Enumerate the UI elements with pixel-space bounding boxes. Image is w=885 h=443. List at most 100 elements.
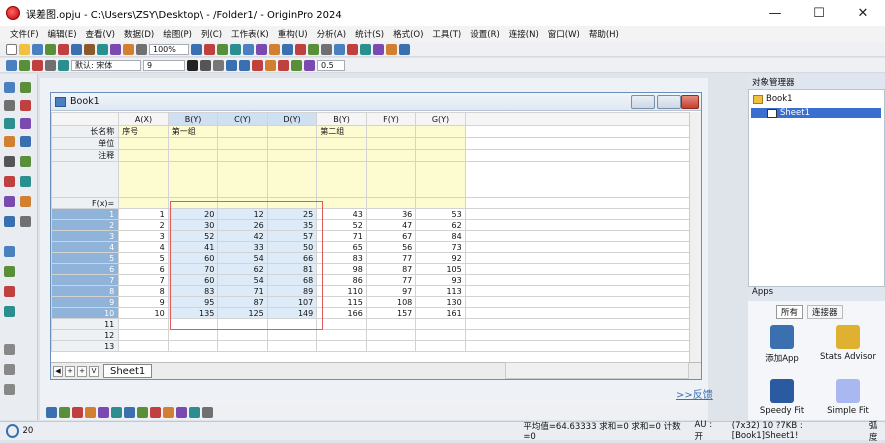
label-cell[interactable]	[365, 197, 417, 209]
data-cell[interactable]: 70	[167, 263, 219, 275]
row-header[interactable]: 4	[51, 241, 120, 253]
label-cell[interactable]	[217, 197, 268, 209]
label-cell[interactable]	[217, 149, 268, 162]
open-icon[interactable]	[19, 43, 30, 55]
smart-hint-icon[interactable]	[4, 384, 15, 395]
menu-data[interactable]: 数据(D)	[124, 28, 154, 40]
label-row-header[interactable]: 单位	[51, 137, 120, 150]
label-cell[interactable]	[217, 137, 268, 150]
data-cell[interactable]	[415, 318, 466, 330]
data-cell[interactable]: 161	[415, 307, 466, 319]
label-cell[interactable]	[167, 137, 219, 150]
superscript-icon[interactable]	[226, 59, 237, 71]
paint-icon[interactable]	[19, 59, 30, 71]
lock-icon[interactable]	[45, 59, 56, 71]
menu-statistics[interactable]: 统计(S)	[355, 28, 384, 40]
label-cell[interactable]	[266, 197, 318, 209]
error-bar-icon[interactable]	[373, 43, 384, 55]
label-cell[interactable]	[266, 137, 318, 150]
column-header[interactable]: C(Y)	[217, 112, 268, 126]
data-cell[interactable]	[118, 329, 169, 341]
data-cell[interactable]	[266, 329, 318, 341]
label-cell[interactable]	[415, 125, 466, 138]
pattern-icon[interactable]	[304, 59, 315, 71]
data-cell[interactable]: 43	[316, 208, 367, 220]
data-cell[interactable]: 84	[415, 230, 466, 242]
label-cell[interactable]	[266, 161, 318, 198]
data-cell[interactable]	[316, 318, 367, 330]
data-cell[interactable]: 130	[415, 296, 466, 308]
data-cell[interactable]: 97	[365, 285, 417, 297]
data-cell[interactable]: 7	[118, 274, 169, 286]
label-row-header[interactable]: F(x)=	[51, 197, 120, 209]
filter-icon[interactable]	[321, 43, 332, 55]
data-cell[interactable]: 2	[118, 219, 169, 231]
workbook-titlebar[interactable]: Book1	[51, 93, 701, 111]
tree-folder-book1[interactable]: Book1	[753, 94, 793, 104]
font-color-icon[interactable]	[278, 59, 289, 71]
label-cell[interactable]	[415, 161, 466, 198]
data-cell[interactable]: 66	[266, 252, 318, 264]
worksheet-grid[interactable]: A(X) B(Y) C(Y) D(Y) B(Y) F(Y) G(Y) 长名称 序号 第一组 第二组…	[51, 112, 701, 362]
disregard-icon[interactable]	[399, 43, 410, 55]
rectangle-tool-icon[interactable]	[20, 176, 31, 187]
row-header[interactable]: 6	[51, 263, 120, 275]
data-cell[interactable]: 41	[167, 241, 219, 253]
workbook-restore-button[interactable]	[657, 95, 681, 109]
label-cell[interactable]: 序号	[118, 125, 169, 138]
new-notes-icon[interactable]	[84, 43, 95, 55]
menu-settings[interactable]: 设置(R)	[470, 28, 500, 40]
menu-view[interactable]: 查看(V)	[86, 28, 115, 40]
scale-tool-icon[interactable]	[4, 100, 15, 111]
apps-icon[interactable]	[256, 43, 267, 55]
data-cell[interactable]: 25	[266, 208, 318, 220]
label-cell[interactable]	[167, 161, 219, 198]
data-cell[interactable]: 10	[118, 307, 169, 319]
menu-reshape[interactable]: 重构(U)	[278, 28, 308, 40]
data-cell[interactable]: 68	[266, 274, 318, 286]
sort-icon[interactable]	[282, 43, 293, 55]
data-cell[interactable]: 73	[415, 241, 466, 253]
histogram-icon[interactable]	[150, 406, 161, 418]
data-cell[interactable]: 36	[365, 208, 417, 220]
data-cell[interactable]: 42	[217, 230, 268, 242]
code-builder-icon[interactable]	[243, 43, 254, 55]
label-cell[interactable]	[365, 125, 417, 138]
data-cell[interactable]: 87	[365, 263, 417, 275]
results-icon[interactable]	[4, 344, 15, 355]
data-cell[interactable]: 108	[365, 296, 417, 308]
tab-sheet1[interactable]: Sheet1	[103, 364, 153, 378]
data-cell[interactable]: 95	[167, 296, 219, 308]
data-cell[interactable]: 135	[167, 307, 219, 319]
menu-file[interactable]: 文件(F)	[10, 28, 39, 40]
data-reader-icon[interactable]	[4, 118, 15, 129]
add-sheet-icon[interactable]: +	[77, 365, 87, 377]
data-cell[interactable]: 5	[118, 252, 169, 264]
data-cell[interactable]	[266, 318, 318, 330]
label-cell[interactable]	[217, 125, 268, 138]
data-cell[interactable]	[415, 340, 466, 352]
statistics-icon[interactable]	[295, 43, 306, 55]
import-icon[interactable]	[97, 43, 108, 55]
row-header[interactable]: 12	[51, 329, 120, 341]
data-cell[interactable]: 81	[266, 263, 318, 275]
draw-data-icon[interactable]	[20, 136, 31, 147]
data-cell[interactable]: 115	[316, 296, 367, 308]
label-cell[interactable]	[415, 137, 466, 150]
app-simple-fit[interactable]: Simple Fit	[818, 379, 878, 416]
text-tool-icon[interactable]	[4, 156, 15, 167]
column-header[interactable]: B(Y)	[167, 112, 219, 126]
data-cell[interactable]: 1	[118, 208, 169, 220]
label-row-header[interactable]: 长名称	[51, 125, 120, 138]
row-header[interactable]: 10	[51, 307, 120, 319]
data-cell[interactable]: 30	[167, 219, 219, 231]
label-cell[interactable]	[365, 149, 417, 162]
data-cell[interactable]: 33	[217, 241, 268, 253]
data-cell[interactable]: 125	[217, 307, 268, 319]
vertical-scrollbar[interactable]	[689, 112, 701, 362]
align-icon[interactable]	[58, 59, 69, 71]
line-tool-icon[interactable]	[4, 176, 15, 187]
apps-tab-all[interactable]: 所有	[776, 305, 804, 319]
menu-connect[interactable]: 连接(N)	[509, 28, 539, 40]
row-header[interactable]: 2	[51, 219, 120, 231]
